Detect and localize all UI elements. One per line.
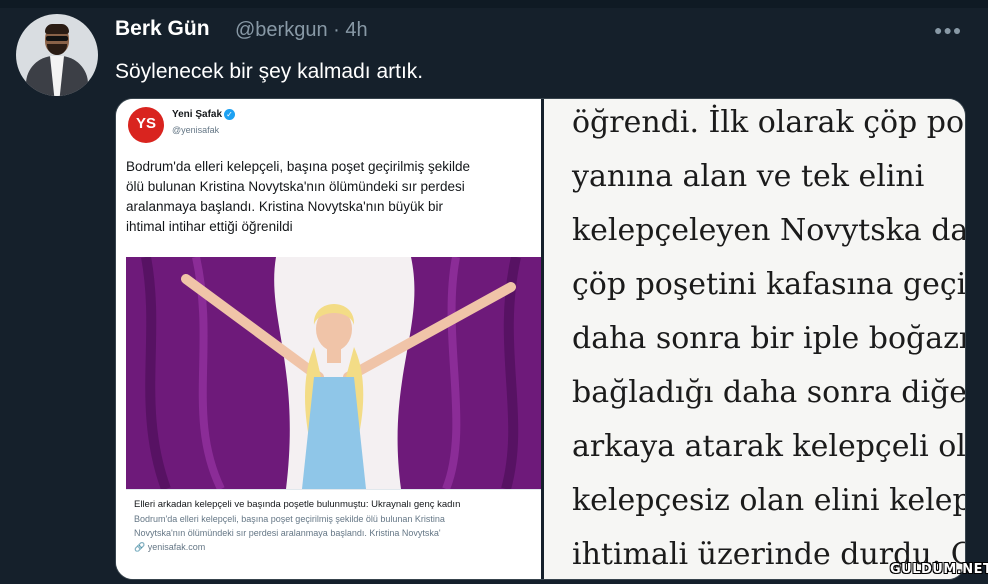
embedded-tweet-screenshot: YS Yeni Şafak ✓ @yenisafak Bodrum'da ell… bbox=[116, 99, 541, 579]
link-card-desc-line: Novytska'nın ölümündeki sır perdesi aral… bbox=[134, 528, 441, 538]
article-line: daha sonra bir iple boğazı bbox=[572, 321, 966, 356]
embedded-account-handle: @yenisafak bbox=[172, 125, 220, 135]
previous-tweet-edge bbox=[0, 0, 988, 8]
yenisafak-logo: YS bbox=[128, 107, 164, 143]
tweet-media[interactable]: YS Yeni Şafak ✓ @yenisafak Bodrum'da ell… bbox=[115, 98, 966, 580]
link-card-domain: 🔗 yenisafak.com bbox=[134, 542, 533, 553]
watermark: GULDUM.NET bbox=[890, 562, 988, 577]
embedded-tweet-text: Bodrum'da elleri kelepçeli, başına poşet… bbox=[126, 157, 541, 237]
article-line: öğrendi. İlk olarak çöp po bbox=[572, 105, 965, 140]
article-line: kelepçeleyen Novytska da bbox=[572, 213, 966, 248]
article-line: bağladığı daha sonra diğer bbox=[572, 375, 966, 410]
article-line: kelepçesiz olan elini kelep bbox=[572, 483, 966, 518]
link-card-domain-text: yenisafak.com bbox=[147, 542, 206, 552]
verified-badge-icon: ✓ bbox=[224, 109, 235, 120]
embedded-text-line: Bodrum'da elleri kelepçeli, başına poşet… bbox=[126, 159, 470, 174]
embedded-text-line: aralanmaya başlandı. Kristina Novytska'n… bbox=[126, 199, 443, 214]
embedded-account-name: Yeni Şafak bbox=[172, 109, 223, 120]
link-icon: 🔗 bbox=[134, 542, 146, 552]
link-card-desc-line: Bodrum'da elleri kelepçeli, başına poşet… bbox=[134, 514, 445, 524]
embedded-text-line: ihtimal intihar ettiği öğrenildi bbox=[126, 219, 293, 234]
author-name[interactable]: Berk Gün bbox=[115, 17, 210, 41]
article-line: arkaya atarak kelepçeli ol bbox=[572, 429, 966, 464]
link-card-title: Elleri arkadan kelepçeli ve başında poşe… bbox=[134, 499, 461, 510]
avatar[interactable] bbox=[16, 14, 98, 96]
article-excerpt-screenshot: öğrendi. İlk olarak çöp po yanına alan v… bbox=[544, 99, 966, 579]
article-line: yanına alan ve tek elini bbox=[572, 159, 925, 194]
woman-with-curtains-photo bbox=[126, 257, 541, 489]
link-card[interactable]: Elleri arkadan kelepçeli ve başında poşe… bbox=[126, 489, 541, 569]
author-handle-time[interactable]: @berkgun · 4h bbox=[235, 19, 368, 42]
embedded-text-line: ölü bulunan Kristina Novytska'nın ölümün… bbox=[126, 179, 465, 194]
article-line: çöp poşetini kafasına geçi bbox=[572, 267, 966, 302]
tweet-text: Söylenecek bir şey kalmadı artık. bbox=[115, 60, 424, 83]
more-horizontal-icon[interactable]: ●●● bbox=[934, 22, 962, 38]
